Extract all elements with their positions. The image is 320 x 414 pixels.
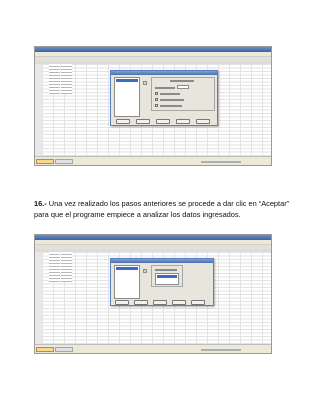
selected-variables-box [155,273,179,285]
status-bar [35,344,271,353]
screenshot-spss-window-1 [34,46,272,166]
analysis-dialog [110,70,218,126]
dialog-button-4 [172,300,186,305]
options-group [151,77,215,111]
option-label-2 [160,93,180,95]
data-column-2 [61,252,72,282]
dialog-title-bar [111,71,217,75]
variable-view-tab [55,159,73,164]
data-column-1 [49,64,60,94]
dialog-button-3 [153,300,167,305]
dialog-button-1 [116,119,130,124]
variable-list [114,77,140,117]
data-column-2 [61,64,72,94]
variable-view-tab [55,347,73,352]
move-arrow-button [143,269,147,273]
group-title [155,269,177,271]
variable-list [114,265,140,299]
data-view-tab [36,347,54,352]
selected-variable [116,267,138,270]
option-checkbox-1 [155,92,158,95]
selected-variable [116,79,138,82]
screenshot-spss-window-2 [34,234,272,354]
option-field [177,85,189,89]
option-label-1 [155,87,175,89]
group-title [170,80,194,82]
dialog-button-5 [196,119,210,124]
status-text [201,161,241,163]
status-text [201,349,241,351]
step-caption: 16.- Una vez realizado los pasos anterio… [34,199,290,220]
dialog-button-4 [176,119,190,124]
step-text: Una vez realizado los pasos anteriores s… [34,199,290,219]
dialog-button-3 [156,119,170,124]
analysis-dialog [110,258,214,306]
dialog-button-5 [191,300,205,305]
status-bar [35,156,271,165]
option-checkbox-2 [155,98,158,101]
step-number: 16.- [34,199,47,208]
data-column-1 [49,252,60,282]
dialog-button-1 [115,300,129,305]
options-group [151,265,183,287]
dialog-title-bar [111,259,213,263]
option-checkbox-3 [155,104,158,107]
moved-variable [157,275,177,278]
dialog-button-2 [134,300,148,305]
option-label-3 [160,99,184,101]
dialog-button-2 [136,119,150,124]
option-label-4 [160,105,182,107]
data-view-tab [36,159,54,164]
move-arrow-button [143,81,147,85]
